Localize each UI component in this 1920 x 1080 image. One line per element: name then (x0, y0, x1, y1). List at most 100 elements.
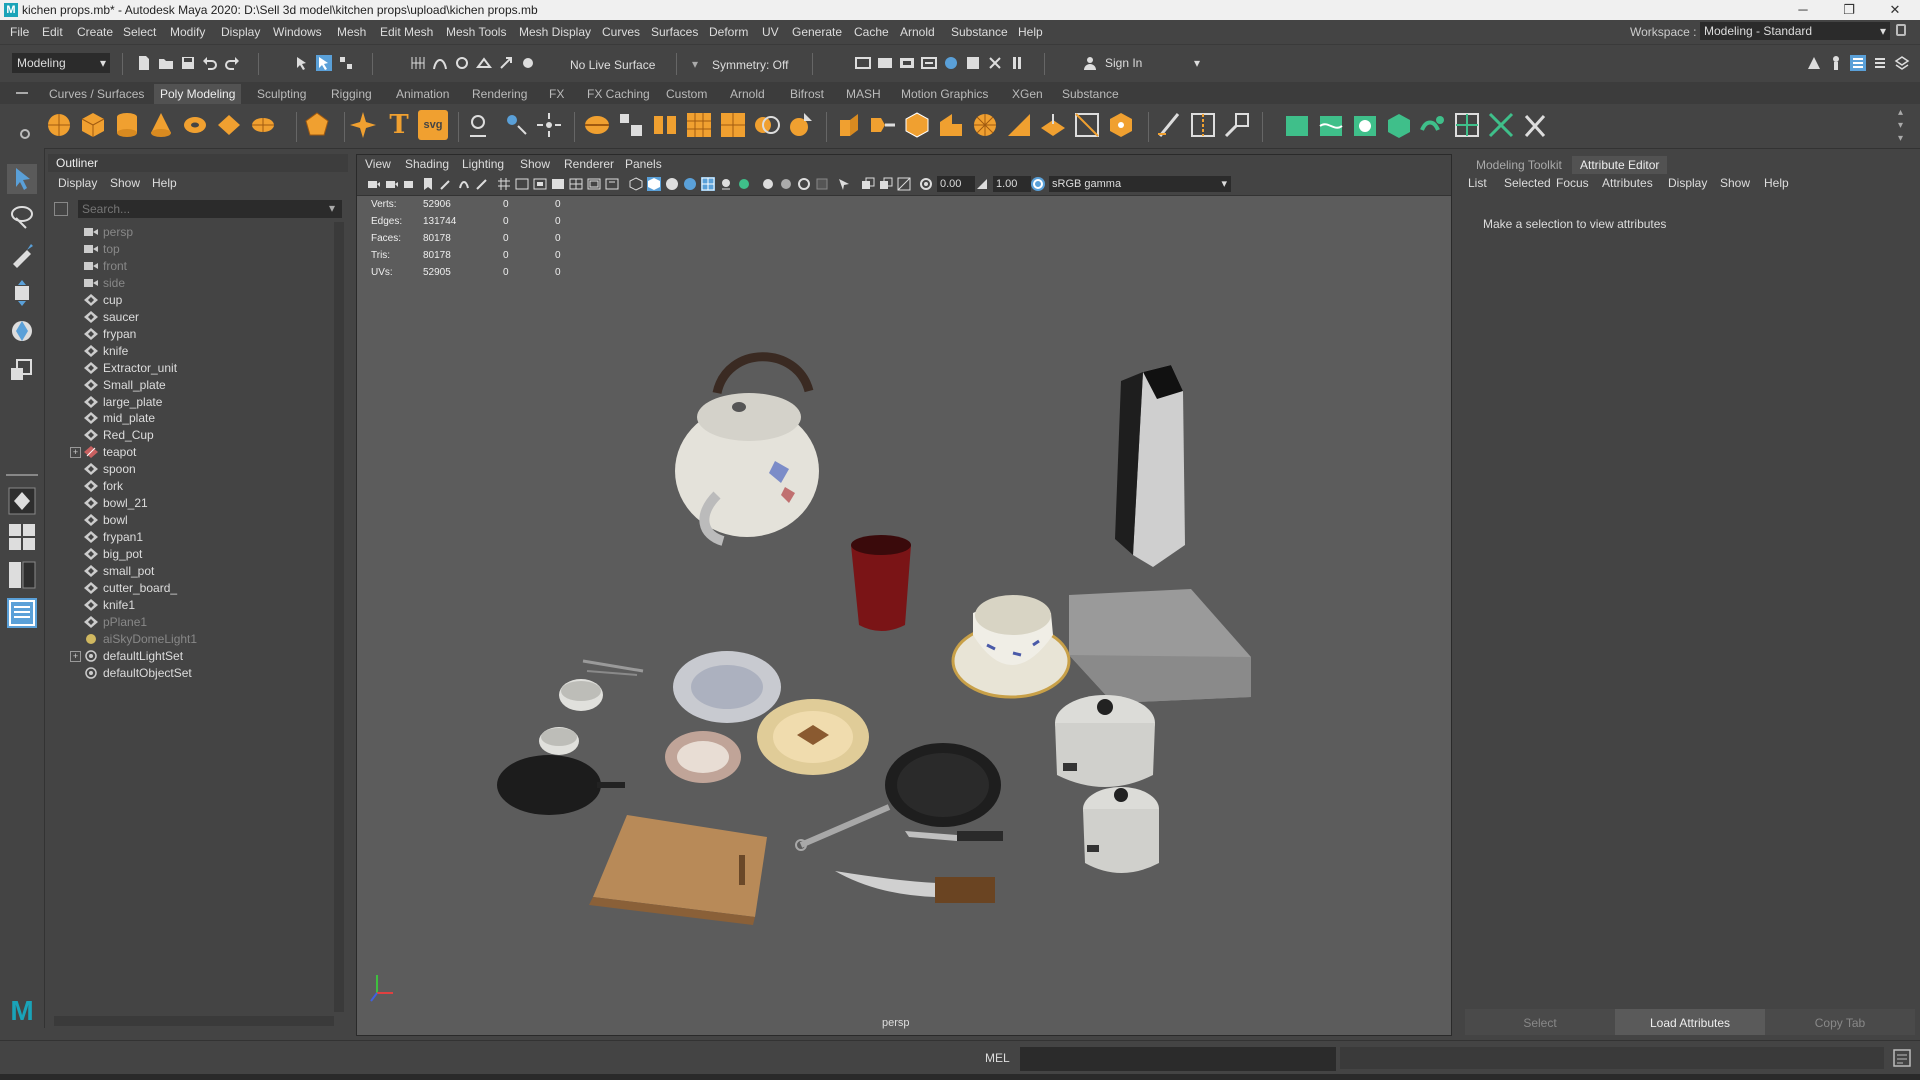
viewport-menu-renderer[interactable]: Renderer (564, 157, 614, 171)
menu-modify[interactable]: Modify (170, 25, 205, 39)
attr-menu-display[interactable]: Display (1668, 176, 1707, 190)
poly-cube-icon[interactable] (78, 110, 108, 140)
viewport-menu-shading[interactable]: Shading (405, 157, 449, 171)
combine-icon[interactable] (582, 110, 612, 140)
outliner-menu-show[interactable]: Show (110, 176, 140, 190)
outliner-layout-icon[interactable] (7, 598, 37, 628)
outliner-horizontal-scrollbar[interactable] (54, 1016, 334, 1026)
menu-surfaces[interactable]: Surfaces (651, 25, 698, 39)
select-hierarchy-icon[interactable] (294, 55, 310, 71)
poke-icon[interactable] (1038, 110, 1068, 140)
rotate-tool-icon[interactable] (7, 316, 37, 346)
render-view-icon[interactable] (855, 55, 871, 71)
script-editor-icon[interactable] (1893, 1049, 1911, 1067)
command-input[interactable] (1020, 1047, 1336, 1071)
safe-action-icon[interactable] (587, 177, 601, 191)
poly-cone-icon[interactable] (146, 110, 176, 140)
snap-point-icon[interactable] (454, 55, 470, 71)
render-frame-icon[interactable] (877, 55, 893, 71)
snap-surface-icon[interactable] (520, 55, 536, 71)
smooth-icon[interactable] (684, 110, 714, 140)
ipr-render-icon[interactable] (899, 55, 915, 71)
lasso-tool-icon[interactable] (7, 202, 37, 232)
load-attributes-button[interactable]: Load Attributes (1615, 1009, 1765, 1035)
minimize-button[interactable]: ─ (1780, 0, 1826, 20)
wireframe-on-shaded-icon[interactable] (665, 177, 679, 191)
color-management-icon[interactable] (1031, 177, 1045, 191)
quad-draw-icon[interactable] (1222, 110, 1252, 140)
camera-select-icon[interactable] (367, 177, 381, 191)
resolution-gate-icon[interactable] (533, 177, 547, 191)
tab-curves-surfaces[interactable]: Curves / Surfaces (43, 84, 150, 104)
character-controls-icon[interactable] (1828, 55, 1844, 71)
poly-disc-icon[interactable] (248, 110, 278, 140)
move-tool-icon[interactable] (7, 278, 37, 308)
select-object-icon[interactable] (316, 55, 332, 71)
menu-substance[interactable]: Substance (951, 25, 1008, 39)
tab-rendering[interactable]: Rendering (466, 84, 533, 104)
type-text-icon[interactable]: T (384, 110, 414, 140)
reset-transform-icon[interactable] (534, 110, 564, 140)
uv-cut-icon[interactable] (1520, 110, 1550, 140)
poly-sphere-icon[interactable] (44, 110, 74, 140)
attr-menu-help[interactable]: Help (1764, 176, 1789, 190)
tab-fx[interactable]: FX (543, 84, 570, 104)
teapot-model[interactable] (675, 352, 819, 546)
bowl-model[interactable] (559, 679, 603, 711)
use-all-lights-icon[interactable] (701, 177, 715, 191)
reduce-icon[interactable] (718, 110, 748, 140)
boolean-icon[interactable] (752, 110, 782, 140)
tab-rigging[interactable]: Rigging (325, 84, 378, 104)
attr-menu-focus[interactable]: Focus (1556, 176, 1589, 190)
attribute-editor-toggle-icon[interactable] (1850, 55, 1866, 71)
uv-camera-icon[interactable] (1418, 110, 1448, 140)
hypershade-icon[interactable] (943, 55, 959, 71)
menu-set-dropdown[interactable]: Modeling ▾ (12, 53, 110, 73)
live-surface-label[interactable]: No Live Surface (570, 58, 655, 72)
paint-select-tool-icon[interactable] (7, 240, 37, 270)
separate-icon[interactable] (616, 110, 646, 140)
anti-aliasing-icon[interactable] (779, 177, 793, 191)
tab-substance[interactable]: Substance (1056, 84, 1125, 104)
symmetry-label[interactable]: Symmetry: Off (712, 58, 788, 72)
four-view-icon[interactable] (7, 522, 37, 552)
menu-display[interactable]: Display (221, 25, 260, 39)
camera-attributes-icon[interactable] (385, 177, 399, 191)
redo-icon[interactable] (224, 55, 240, 71)
tab-motion-graphics[interactable]: Motion Graphics (895, 84, 994, 104)
sign-in-dropdown[interactable]: Sign In ▾ (1100, 53, 1200, 73)
menu-curves[interactable]: Curves (602, 25, 640, 39)
bookmark-icon[interactable] (403, 177, 417, 191)
small-plate-model[interactable] (665, 731, 741, 783)
menu-mesh-tools[interactable]: Mesh Tools (446, 25, 506, 39)
gamma-field[interactable]: 1.00 (993, 176, 1031, 192)
select-tool-icon[interactable] (7, 164, 37, 194)
exposure-icon[interactable] (919, 177, 933, 191)
remesh-icon[interactable] (786, 110, 816, 140)
isolate-select-icon[interactable] (815, 177, 829, 191)
uv-cylindrical-icon[interactable] (1316, 110, 1346, 140)
collapse-icon[interactable] (1106, 110, 1136, 140)
extrude-icon[interactable] (834, 110, 864, 140)
scene-render[interactable] (357, 195, 1451, 1035)
tab-attribute-editor[interactable]: Attribute Editor (1572, 156, 1668, 174)
uv-planar-icon[interactable] (1282, 110, 1312, 140)
expand-toggle-icon[interactable]: + (70, 650, 81, 662)
x-ray-icon[interactable] (837, 177, 851, 191)
textured-icon[interactable] (683, 177, 697, 191)
outliner-vertical-scrollbar[interactable] (334, 222, 344, 1012)
attr-menu-list[interactable]: List (1468, 176, 1487, 190)
viewport-menu-panels[interactable]: Panels (625, 157, 662, 171)
extractor-unit-model[interactable] (1069, 365, 1251, 703)
field-chart-icon[interactable] (569, 177, 583, 191)
small-pot-model[interactable] (1083, 787, 1159, 873)
menu-generate[interactable]: Generate (792, 25, 842, 39)
film-gate-icon[interactable] (515, 177, 529, 191)
menu-deform[interactable]: Deform (709, 25, 748, 39)
viewport-panel[interactable]: View Shading Lighting Show Renderer Pane… (356, 154, 1452, 1036)
chevron-down-icon[interactable]: ▾ (692, 57, 698, 71)
tab-poly-modeling[interactable]: Poly Modeling (154, 84, 242, 104)
cutter-board-model[interactable] (589, 815, 767, 925)
attr-menu-attributes[interactable]: Attributes (1602, 176, 1653, 190)
pause-icon[interactable] (1009, 55, 1025, 71)
